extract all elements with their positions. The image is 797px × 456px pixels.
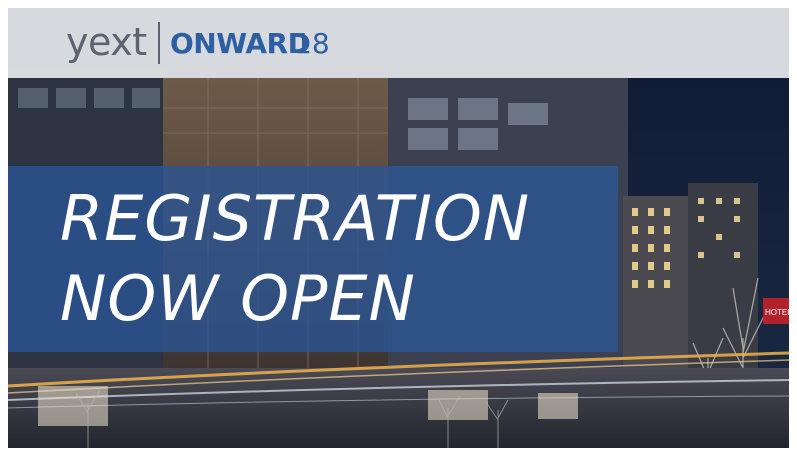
hotel-sign: HOTEL	[765, 308, 789, 317]
headline-line-1: REGISTRATION	[60, 182, 531, 255]
header-bar: yext ONWARD 18	[8, 8, 789, 78]
yext-logo: yext	[66, 20, 147, 64]
onward-logo: ONWARD	[170, 27, 311, 60]
headline-line-2: NOW OPEN	[60, 262, 416, 335]
banner-image: HOTEL yext ONWARD 18 REGISTRATION NOW OP…	[8, 8, 789, 448]
logo-divider	[158, 22, 160, 64]
onward-year: 18	[294, 27, 330, 60]
